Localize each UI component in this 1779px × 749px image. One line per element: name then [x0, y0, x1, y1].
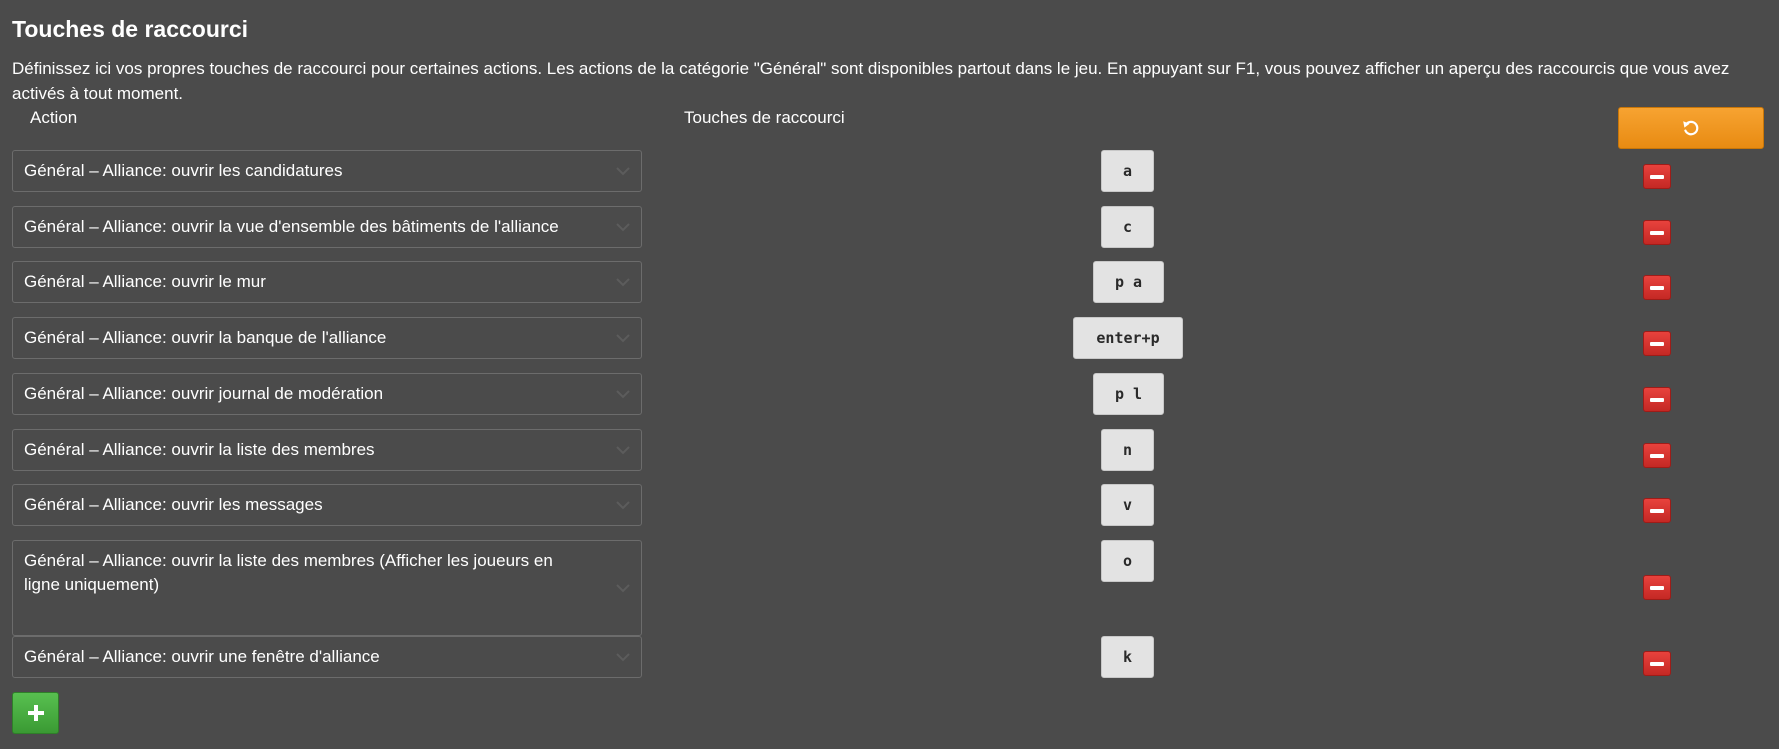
shortcut-key[interactable]: enter+p — [1073, 317, 1183, 359]
action-select[interactable]: Général – Alliance: ouvrir les candidatu… — [12, 150, 642, 192]
chevron-down-icon — [616, 446, 630, 455]
action-select[interactable]: Général – Alliance: ouvrir le mur — [12, 261, 642, 303]
remove-shortcut-button[interactable] — [1643, 443, 1671, 468]
chevron-down-icon — [616, 223, 630, 232]
undo-icon — [1683, 120, 1699, 136]
minus-icon — [1650, 508, 1664, 513]
minus-icon — [1650, 585, 1664, 590]
shortcut-settings-page: Touches de raccourci Définissez ici vos … — [0, 0, 1779, 749]
plus-icon — [27, 705, 44, 721]
remove-shortcut-button[interactable] — [1643, 220, 1671, 245]
shortcut-key[interactable]: a — [1101, 150, 1154, 192]
minus-icon — [1650, 341, 1664, 346]
shortcut-key[interactable]: c — [1101, 206, 1154, 248]
shortcut-key[interactable]: v — [1101, 484, 1154, 526]
remove-shortcut-button[interactable] — [1643, 387, 1671, 412]
remove-shortcut-button[interactable] — [1643, 275, 1671, 300]
minus-icon — [1650, 453, 1664, 458]
action-select-value: Général – Alliance: ouvrir la liste des … — [24, 440, 375, 459]
remove-shortcut-button[interactable] — [1643, 651, 1671, 676]
minus-icon — [1650, 397, 1664, 402]
action-select-value: Général – Alliance: ouvrir les candidatu… — [24, 161, 343, 180]
action-select[interactable]: Général – Alliance: ouvrir une fenêtre d… — [12, 636, 642, 678]
chevron-down-icon — [616, 501, 630, 510]
action-select[interactable]: Général – Alliance: ouvrir la liste des … — [12, 540, 642, 636]
page-title: Touches de raccourci — [12, 16, 249, 42]
action-select[interactable]: Général – Alliance: ouvrir la vue d'ense… — [12, 206, 642, 248]
shortcut-key[interactable]: p l — [1093, 373, 1164, 415]
remove-shortcut-button[interactable] — [1643, 164, 1671, 189]
chevron-down-icon — [616, 653, 630, 662]
chevron-down-icon — [616, 167, 630, 176]
minus-icon — [1650, 285, 1664, 290]
action-select[interactable]: Général – Alliance: ouvrir les messages — [12, 484, 642, 526]
shortcut-key[interactable]: k — [1101, 636, 1154, 678]
minus-icon — [1650, 661, 1664, 666]
action-select[interactable]: Général – Alliance: ouvrir la liste des … — [12, 429, 642, 471]
action-select-value: Général – Alliance: ouvrir la liste des … — [24, 551, 553, 594]
action-select-value: Général – Alliance: ouvrir les messages — [24, 495, 323, 514]
action-select-value: Général – Alliance: ouvrir une fenêtre d… — [24, 647, 380, 666]
action-select-value: Général – Alliance: ouvrir journal de mo… — [24, 384, 384, 403]
shortcut-key[interactable]: o — [1101, 540, 1154, 582]
remove-shortcut-button[interactable] — [1643, 331, 1671, 356]
column-header-keys: Touches de raccourci — [684, 108, 845, 127]
action-select-value: Général – Alliance: ouvrir la banque de … — [24, 328, 387, 347]
action-select-value: Général – Alliance: ouvrir le mur — [24, 272, 266, 291]
action-select[interactable]: Général – Alliance: ouvrir la banque de … — [12, 317, 642, 359]
chevron-down-icon — [616, 390, 630, 399]
chevron-down-icon — [616, 334, 630, 343]
action-select-value: Général – Alliance: ouvrir la vue d'ense… — [24, 217, 559, 236]
remove-shortcut-button[interactable] — [1643, 575, 1671, 600]
remove-shortcut-button[interactable] — [1643, 498, 1671, 523]
page-description: Définissez ici vos propres touches de ra… — [12, 59, 1730, 103]
column-header-action: Action — [30, 108, 78, 127]
shortcut-key[interactable]: p a — [1093, 261, 1164, 303]
shortcut-key[interactable]: n — [1101, 429, 1154, 471]
reset-shortcuts-button[interactable] — [1618, 107, 1764, 149]
minus-icon — [1650, 230, 1664, 235]
minus-icon — [1650, 174, 1664, 179]
chevron-down-icon — [616, 584, 630, 593]
action-select[interactable]: Général – Alliance: ouvrir journal de mo… — [12, 373, 642, 415]
add-shortcut-button[interactable] — [12, 692, 59, 734]
chevron-down-icon — [616, 278, 630, 287]
